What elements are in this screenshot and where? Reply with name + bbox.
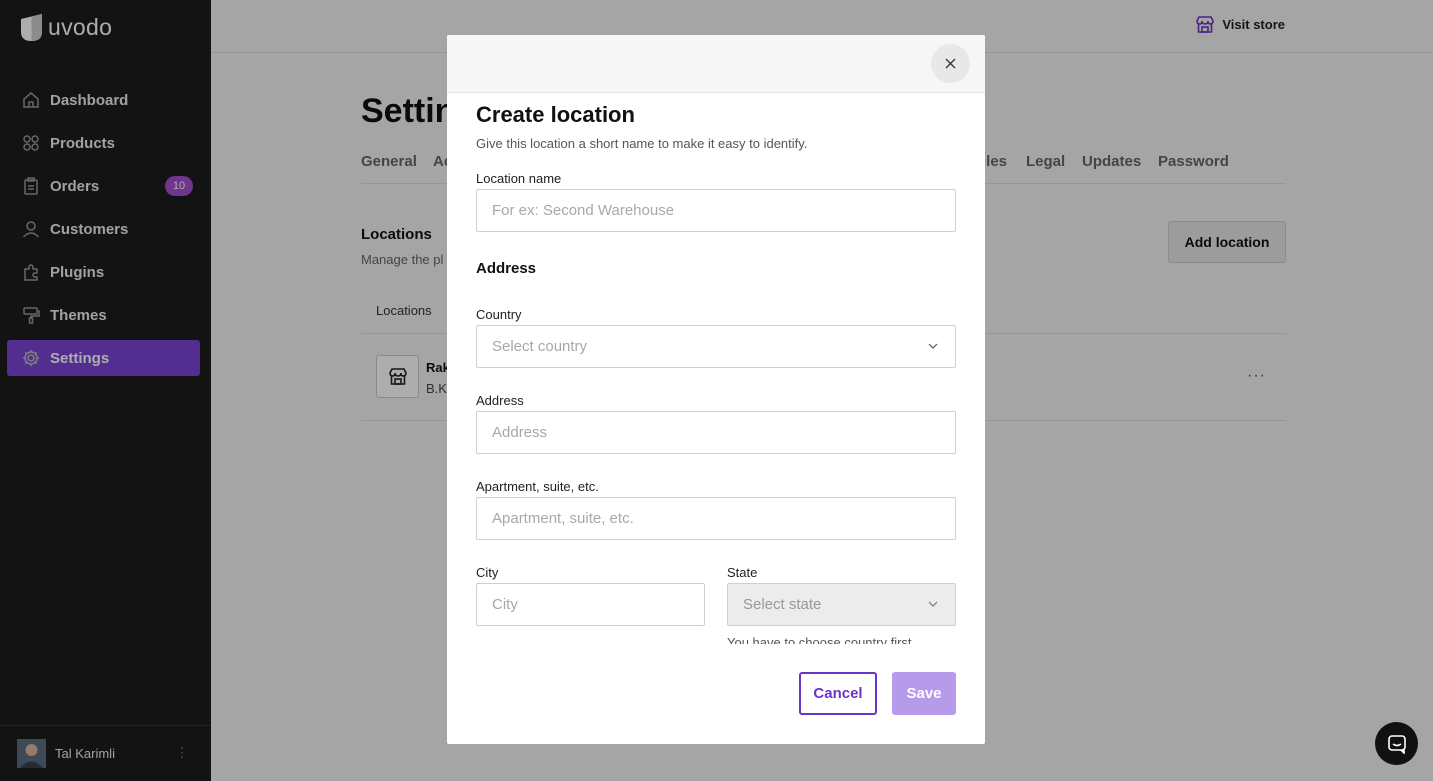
modal-header [447, 35, 985, 93]
cancel-button[interactable]: Cancel [799, 672, 877, 715]
country-select-value: Select country [492, 338, 588, 355]
state-select: Select state [727, 583, 956, 626]
apartment-input[interactable]: Apartment, suite, etc. [476, 497, 956, 540]
state-hint: You have to choose country first [727, 635, 912, 644]
country-select[interactable]: Select country [476, 325, 956, 368]
close-icon [945, 58, 956, 69]
country-label: Country [476, 307, 522, 322]
location-name-input[interactable]: For ex: Second Warehouse [476, 189, 956, 232]
modal-title: Create location [476, 102, 635, 127]
address-label: Address [476, 393, 524, 408]
address-section-heading: Address [476, 260, 537, 277]
chat-launcher-button[interactable] [1375, 722, 1418, 765]
save-button[interactable]: Save [892, 672, 956, 715]
apartment-label: Apartment, suite, etc. [476, 479, 599, 494]
chevron-down-icon [928, 601, 938, 607]
city-input[interactable]: City [476, 583, 705, 626]
chevron-down-icon [928, 343, 938, 349]
address-input[interactable]: Address [476, 411, 956, 454]
modal-subtitle: Give this location a short name to make … [476, 136, 808, 151]
create-location-modal: Create location Give this location a sho… [447, 35, 985, 744]
close-button[interactable] [931, 44, 970, 83]
location-name-label: Location name [476, 171, 562, 186]
chat-icon [1387, 734, 1406, 754]
city-label: City [476, 565, 499, 580]
state-select-value: Select state [743, 596, 822, 613]
state-label: State [727, 565, 758, 580]
modal-body: Create location Give this location a sho… [476, 93, 956, 644]
